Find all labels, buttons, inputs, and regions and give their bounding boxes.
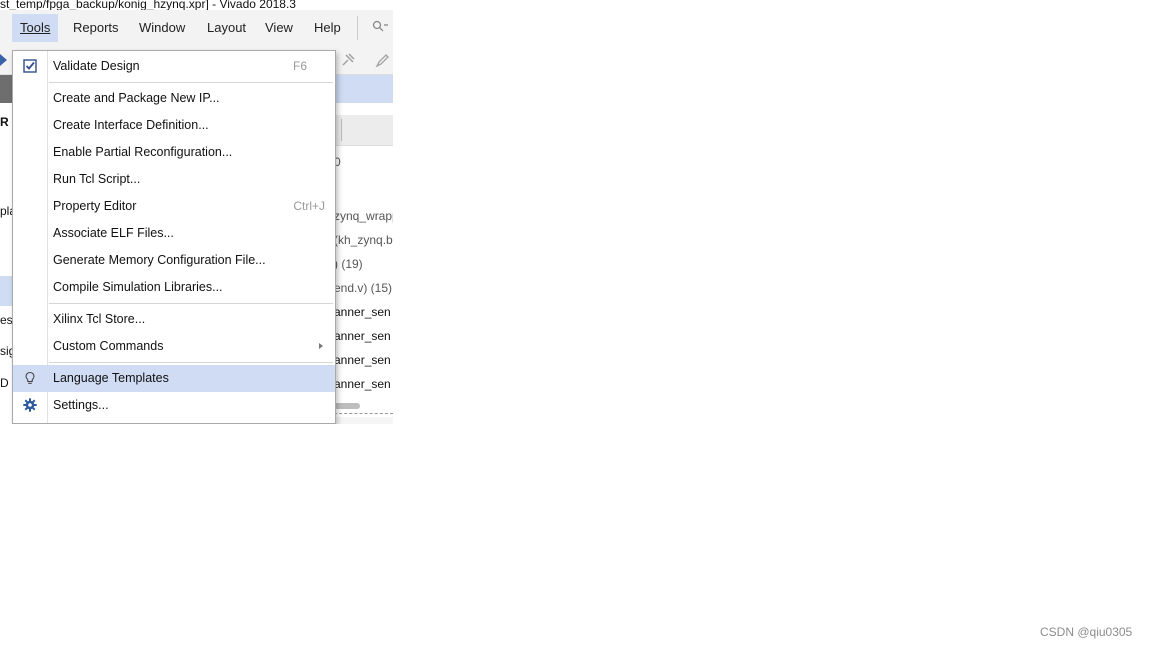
gear-icon: [23, 398, 37, 412]
panel-header-dark: [0, 75, 12, 103]
left-panel-text: es: [0, 313, 13, 327]
sources-tree-item[interactable]: anner_sen: [334, 353, 391, 367]
menu-window[interactable]: Window: [131, 14, 193, 42]
menu-item-generate-memory-config[interactable]: Generate Memory Configuration File...: [13, 247, 335, 274]
flow-navigator-panel: R pla es sig D: [0, 103, 16, 424]
menu-item-shortcut: F6: [292, 59, 307, 73]
horizontal-scrollbar[interactable]: [334, 403, 360, 409]
sources-tree-item[interactable]: anner_sen: [334, 377, 391, 391]
menu-item-associate-elf-files[interactable]: Associate ELF Files...: [13, 220, 335, 247]
quick-access-search[interactable]: [357, 16, 393, 40]
menu-bar: Tools Reports Window Layout View Help: [0, 10, 393, 46]
left-panel-text: R: [0, 115, 9, 129]
menu-item-compile-simulation-libraries[interactable]: Compile Simulation Libraries...: [13, 274, 335, 301]
menu-separator: [49, 303, 333, 304]
menu-item-property-editor[interactable]: Property Editor Ctrl+J: [13, 193, 335, 220]
menu-separator: [49, 362, 333, 363]
sources-tree-item[interactable]: anner_sen: [334, 329, 391, 343]
menu-item-settings[interactable]: Settings...: [13, 392, 335, 419]
vivado-window: st_temp/fpga_backup/konig_hzynq.xpr] - V…: [0, 0, 393, 424]
menu-item-label: Xilinx Tcl Store...: [53, 312, 146, 326]
menu-item-language-templates[interactable]: Language Templates: [13, 365, 335, 392]
menu-item-run-tcl-script[interactable]: Run Tcl Script...: [13, 166, 335, 193]
search-icon: [372, 20, 388, 32]
menu-item-label: Compile Simulation Libraries...: [53, 280, 223, 294]
menu-item-label: Validate Design: [53, 59, 140, 73]
checkbox-icon: [23, 59, 37, 73]
menu-layout[interactable]: Layout: [199, 14, 254, 42]
menu-item-label: Run Tcl Script...: [53, 172, 141, 186]
run-icon[interactable]: [0, 54, 7, 66]
menu-item-create-package-ip[interactable]: Create and Package New IP...: [13, 85, 335, 112]
menu-item-label: Generate Memory Configuration File...: [53, 253, 266, 267]
menu-item-label: Language Templates: [53, 371, 169, 385]
menu-item-label: Create Interface Definition...: [53, 118, 209, 132]
menu-item-enable-partial-reconfiguration[interactable]: Enable Partial Reconfiguration...: [13, 139, 335, 166]
menu-help[interactable]: Help: [306, 14, 349, 42]
flow-navigator-selected-item[interactable]: [0, 276, 12, 306]
sources-panel: 0 zynq_wrapp (kh_zynq.b ) (19) end.v) (1…: [334, 103, 393, 424]
left-panel-text: D: [0, 376, 9, 390]
submenu-arrow-icon: [319, 343, 323, 349]
menu-view[interactable]: View: [257, 14, 301, 42]
sources-tree-item[interactable]: anner_sen: [334, 305, 391, 319]
menu-item-xilinx-tcl-store[interactable]: Xilinx Tcl Store...: [13, 306, 335, 333]
menu-item-custom-commands[interactable]: Custom Commands: [13, 333, 335, 360]
menu-item-shortcut: Ctrl+J: [293, 199, 325, 213]
menu-item-create-interface-definition[interactable]: Create Interface Definition...: [13, 112, 335, 139]
menu-separator: [49, 82, 333, 83]
tools-dropdown-menu: Validate Design F6 Create and Package Ne…: [12, 50, 336, 424]
menu-item-label: Create and Package New IP...: [53, 91, 220, 105]
sources-tree-item[interactable]: ) (19): [334, 257, 363, 271]
window-title: st_temp/fpga_backup/konig_hzynq.xpr] - V…: [0, 0, 393, 10]
menu-item-label: Settings...: [53, 398, 109, 412]
sources-tree-item[interactable]: zynq_wrapp: [334, 209, 393, 223]
menu-reports[interactable]: Reports: [65, 14, 127, 42]
pin-disabled-icon[interactable]: [340, 52, 356, 68]
sources-tree-item[interactable]: (kh_zynq.b: [334, 233, 393, 247]
sources-panel-toolbar: [334, 115, 393, 146]
menu-item-label: Associate ELF Files...: [53, 226, 174, 240]
watermark: CSDN @qiu0305: [1040, 625, 1133, 639]
sources-tree-item[interactable]: end.v) (15): [334, 281, 392, 295]
menu-item-label: Enable Partial Reconfiguration...: [53, 145, 233, 159]
edit-disabled-icon[interactable]: [375, 52, 391, 68]
menu-item-validate-design[interactable]: Validate Design F6: [13, 53, 335, 80]
menu-tools[interactable]: Tools: [12, 14, 59, 42]
menu-item-label: Property Editor: [53, 199, 137, 213]
menu-item-label: Custom Commands: [53, 339, 164, 353]
properties-header: [334, 417, 393, 424]
lightbulb-icon: [25, 371, 35, 384]
divider: [334, 413, 393, 414]
